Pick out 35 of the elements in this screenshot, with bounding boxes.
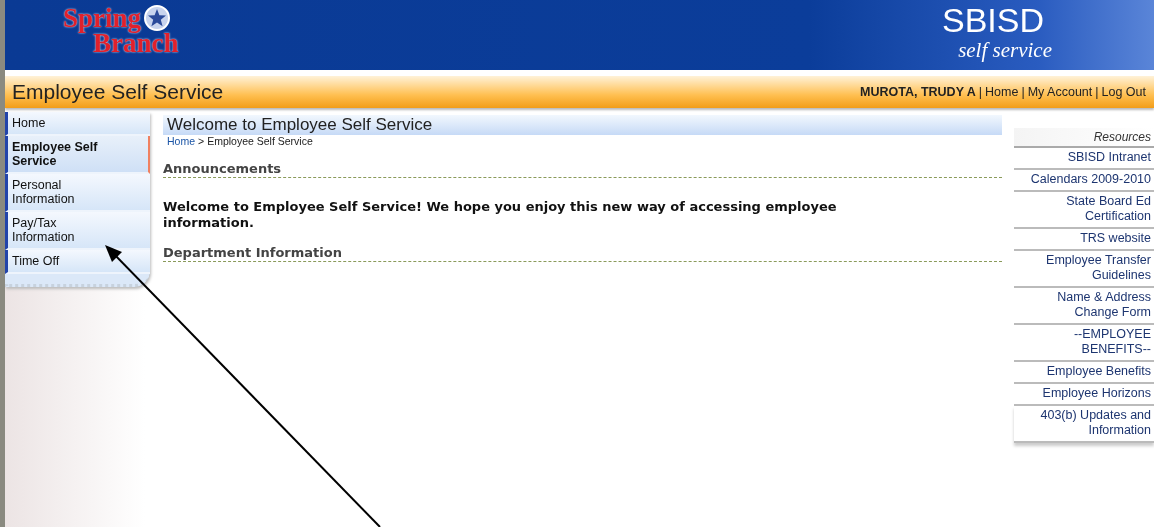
resource-link[interactable]: SBISD Intranet — [1014, 148, 1154, 170]
resource-link[interactable]: 403(b) Updates and Information — [1014, 406, 1154, 443]
separator: | — [1021, 85, 1025, 99]
breadcrumb-current: Employee Self Service — [207, 135, 313, 147]
resource-link[interactable]: Employee Transfer Guidelines — [1014, 251, 1154, 288]
sidebar-item[interactable]: Time Off — [5, 250, 150, 274]
resource-link[interactable]: --EMPLOYEE BENEFITS-- — [1014, 325, 1154, 362]
star-seal-icon — [143, 4, 172, 32]
header-link[interactable]: Home — [985, 85, 1019, 99]
header-link[interactable]: My Account — [1027, 85, 1093, 99]
content-heading: Welcome to Employee Self Service — [163, 115, 1002, 135]
resource-link[interactable]: TRS website — [1014, 229, 1154, 251]
announcement-text: Welcome to Employee Self Service! We hope you enjoy this new way of accessing employee information. — [163, 199, 838, 231]
breadcrumb-link[interactable]: Home — [167, 135, 195, 147]
sidebar-item[interactable]: Personal Information — [5, 174, 150, 212]
user-name: MUROTA, TRUDY A — [860, 85, 976, 99]
resource-link[interactable]: Employee Horizons — [1014, 384, 1154, 406]
resource-link[interactable]: Calendars 2009-2010 — [1014, 170, 1154, 192]
brand-subtitle: self service — [958, 38, 1052, 63]
brand-title: SBISD — [941, 2, 1044, 38]
sidebar-item[interactable]: Home — [5, 112, 150, 136]
logo-text: Branch — [93, 32, 179, 54]
sidebar-item[interactable]: Pay/Tax Information — [5, 212, 150, 250]
separator: | — [1095, 85, 1099, 99]
resource-link[interactable]: Name & Address Change Form — [1014, 288, 1154, 325]
section-heading: Department Information — [163, 245, 1002, 262]
breadcrumb-separator: > — [198, 135, 205, 147]
section-heading: Announcements — [163, 161, 1002, 178]
resources-heading: Resources — [1014, 128, 1154, 148]
resource-link[interactable]: Employee Benefits — [1014, 362, 1154, 384]
page-title: Employee Self Service — [12, 80, 224, 104]
separator: | — [978, 85, 983, 99]
header-link[interactable]: Log Out — [1101, 85, 1146, 99]
sidebar-item[interactable]: Employee Self Service — [5, 136, 150, 174]
resource-link[interactable]: State Board Ed Certification — [1014, 192, 1154, 229]
